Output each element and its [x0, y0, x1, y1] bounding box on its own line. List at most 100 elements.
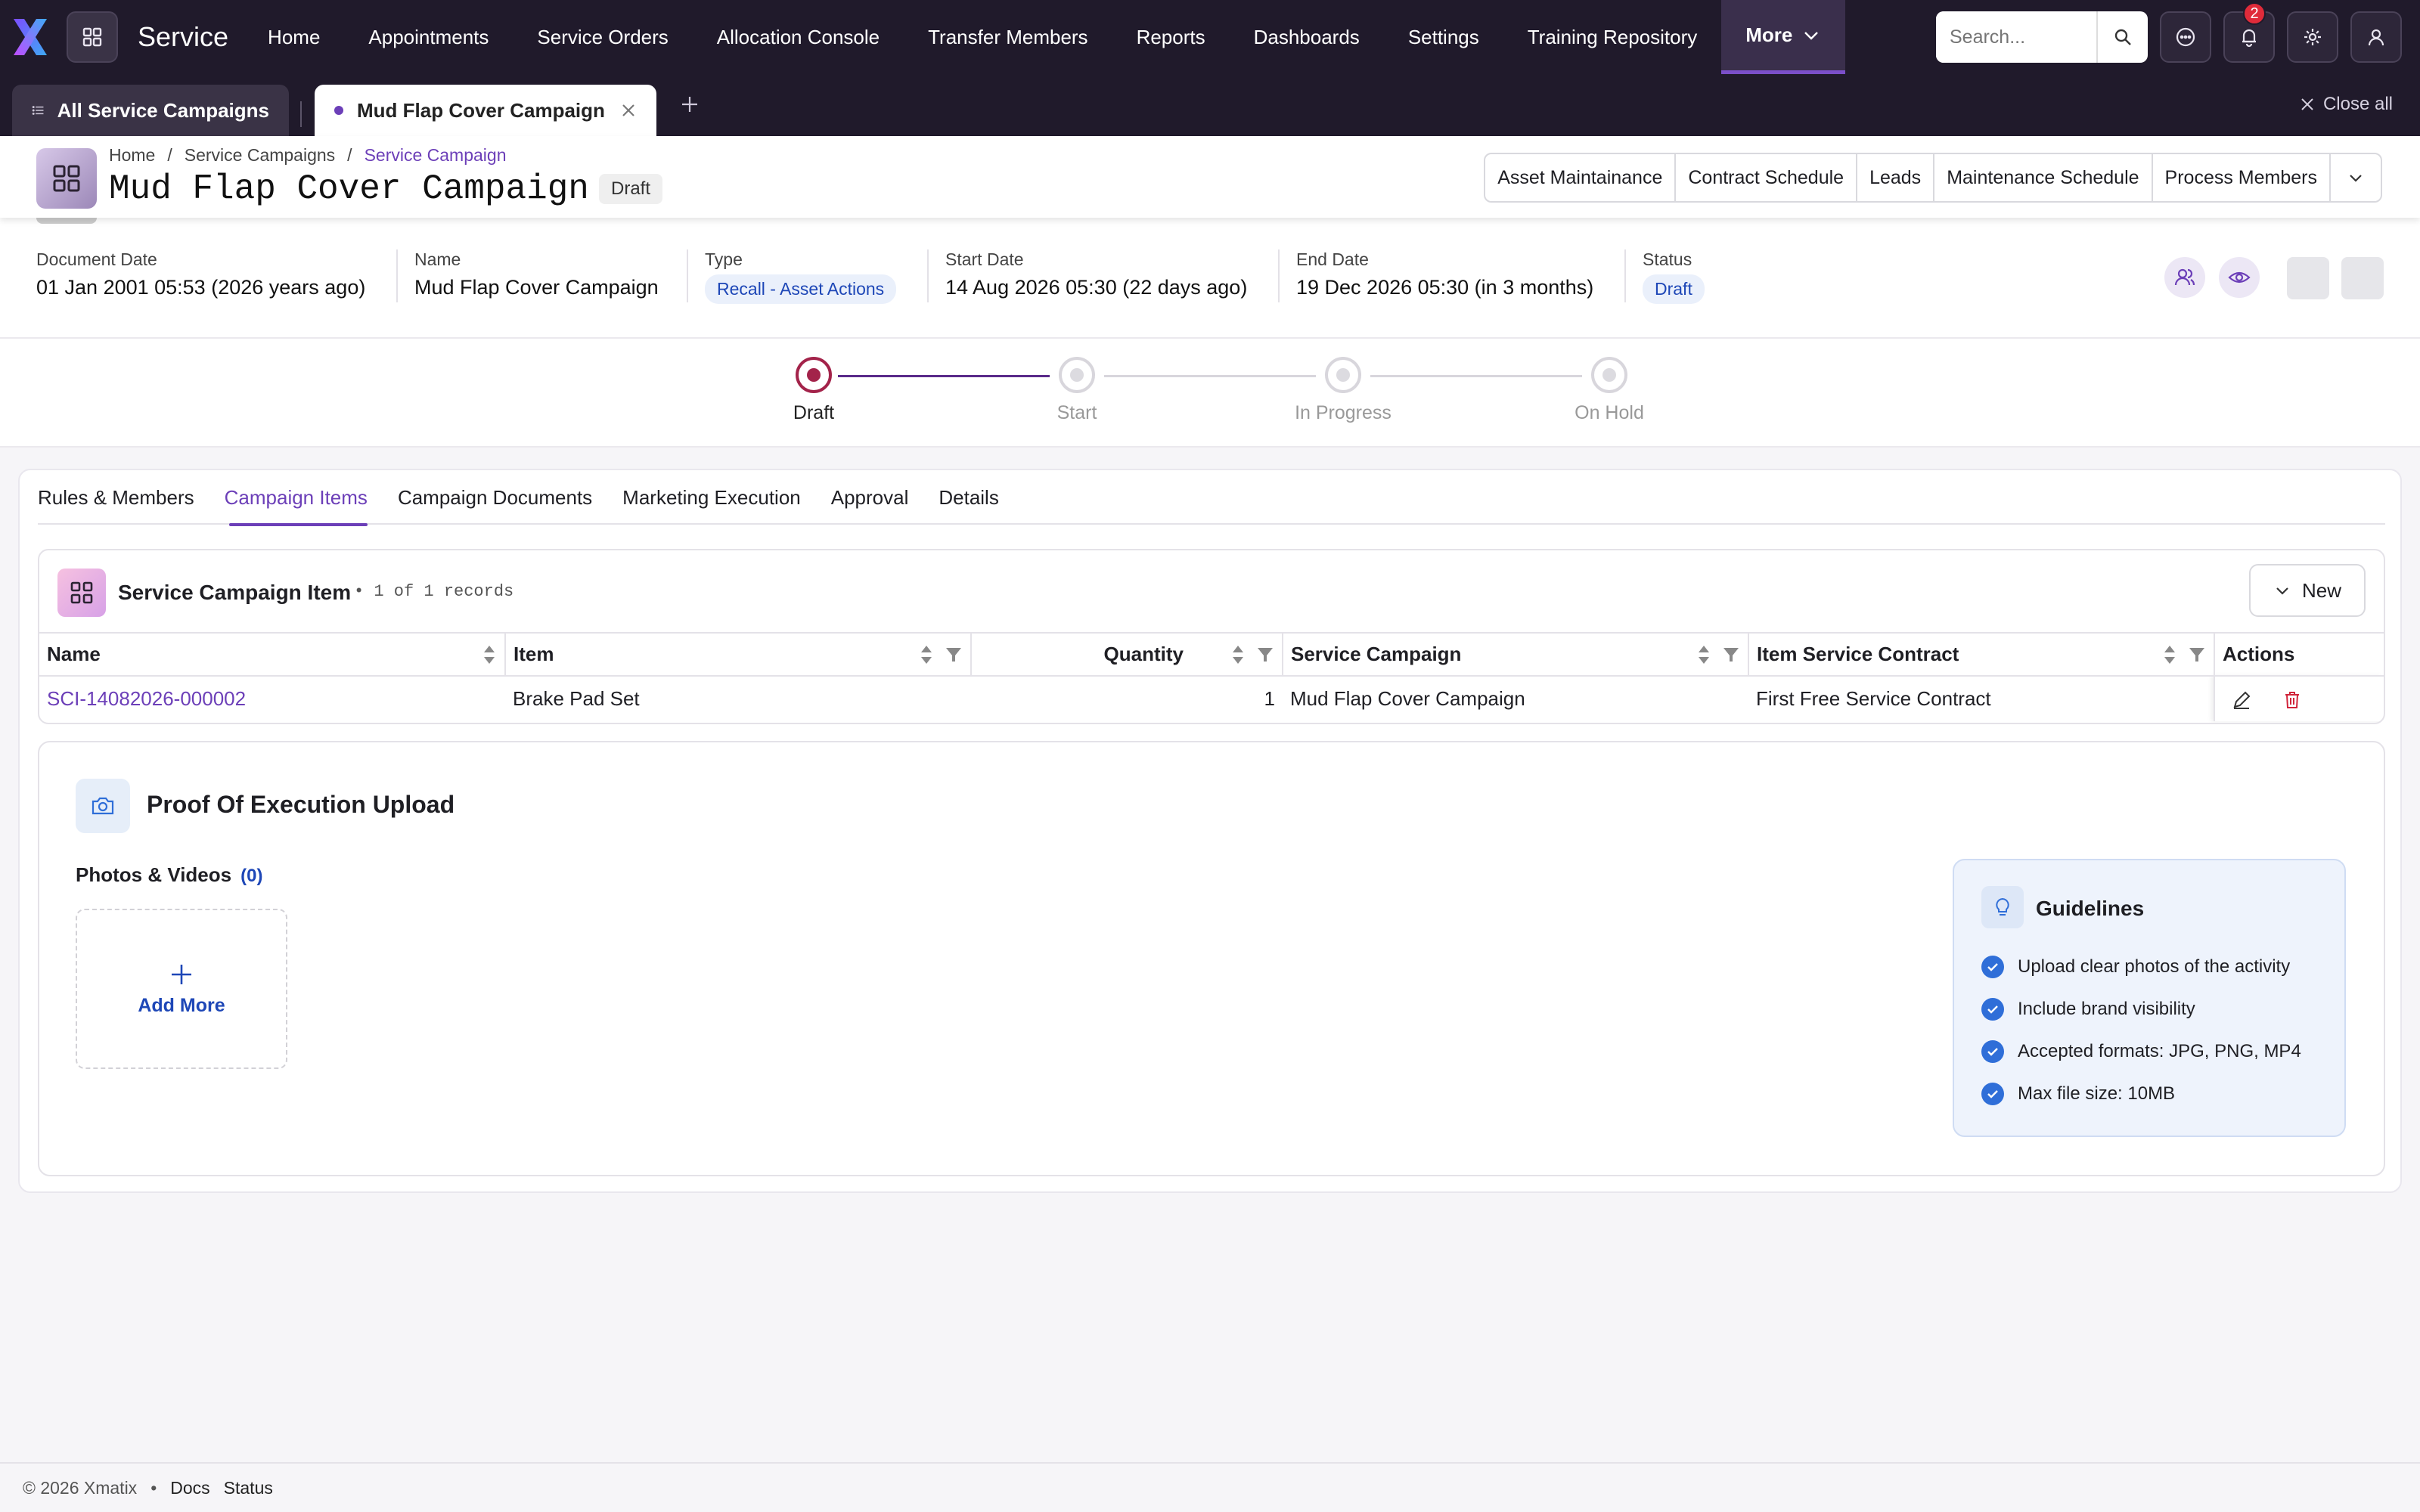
new-item-button[interactable]: New — [2249, 564, 2366, 617]
step-start[interactable]: Start — [994, 357, 1160, 424]
column-header-name[interactable]: Name — [39, 634, 506, 677]
breadcrumb-service-campaigns[interactable]: Service Campaigns — [185, 145, 335, 166]
tab-marketing-execution[interactable]: Marketing Execution — [607, 470, 816, 525]
sort-icon[interactable] — [1230, 644, 1246, 665]
nav-more-menu[interactable]: More — [1721, 0, 1846, 74]
breadcrumb-home[interactable]: Home — [109, 145, 155, 166]
status-badge: Draft — [599, 174, 663, 204]
guidelines-title: Guidelines — [2036, 897, 2145, 920]
footer-link-status[interactable]: Status — [224, 1478, 273, 1498]
nav-reports[interactable]: Reports — [1112, 0, 1230, 74]
search-button[interactable] — [2096, 11, 2148, 63]
photos-count: (0) — [240, 866, 263, 886]
nav-allocation-console[interactable]: Allocation Console — [693, 0, 904, 74]
column-header-item[interactable]: Item — [505, 634, 972, 677]
footer-link-docs[interactable]: Docs — [170, 1478, 209, 1498]
chat-button[interactable] — [2160, 11, 2211, 63]
edit-icon[interactable] — [2232, 690, 2251, 710]
xmatix-logo[interactable] — [9, 16, 51, 58]
tab-all-service-campaigns[interactable]: All Service Campaigns — [12, 85, 289, 136]
filter-icon[interactable] — [1722, 646, 1740, 664]
cell-name-link[interactable]: SCI-14082026-000002 — [39, 676, 505, 721]
nav-settings[interactable]: Settings — [1384, 0, 1503, 74]
maintenance-schedule-button[interactable]: Maintenance Schedule — [1934, 154, 2153, 201]
close-all-tabs-button[interactable]: Close all — [2299, 94, 2393, 115]
page-footer: © 2026 Xmatix • Docs Status — [0, 1462, 2420, 1512]
sort-icon[interactable] — [482, 644, 497, 665]
action-placeholder-button[interactable] — [2287, 257, 2329, 299]
app-launcher-button[interactable] — [67, 11, 118, 63]
tab-approval[interactable]: Approval — [816, 470, 924, 525]
sort-icon[interactable] — [2162, 644, 2177, 665]
guidelines-panel: Guidelines Upload clear photos of the ac… — [1953, 859, 2346, 1137]
guideline-item: Include brand visibility — [1981, 998, 2195, 1021]
cell-quantity: 1 — [1264, 687, 1275, 710]
nav-service-orders[interactable]: Service Orders — [513, 0, 692, 74]
more-actions-dropdown[interactable] — [2331, 154, 2381, 201]
step-label: On Hold — [1575, 402, 1644, 423]
new-button-label: New — [2301, 578, 2341, 602]
tab-rules-members[interactable]: Rules & Members — [38, 470, 209, 525]
contract-schedule-button[interactable]: Contract Schedule — [1676, 154, 1858, 201]
guidelines-icon — [1981, 886, 2024, 928]
page-tab-bar: All Service Campaigns Mud Flap Cover Cam… — [0, 74, 2420, 136]
step-indicator — [1591, 357, 1627, 393]
settings-button[interactable] — [2287, 11, 2338, 63]
user-icon — [2368, 29, 2384, 46]
guideline-item: Upload clear photos of the activity — [1981, 956, 2290, 978]
tab-campaign-documents[interactable]: Campaign Documents — [383, 470, 607, 525]
filter-icon[interactable] — [2188, 646, 2206, 664]
tab-mud-flap-cover-campaign[interactable]: Mud Flap Cover Campaign — [315, 85, 656, 136]
close-icon[interactable] — [620, 102, 637, 119]
asset-maintainance-button[interactable]: Asset Maintainance — [1485, 154, 1677, 201]
column-header-item-service-contract[interactable]: Item Service Contract — [1748, 634, 2215, 677]
nav-appointments[interactable]: Appointments — [344, 0, 513, 74]
footer-separator: • — [150, 1477, 157, 1498]
add-more-upload-button[interactable]: Add More — [76, 909, 287, 1069]
search-icon — [2114, 29, 2131, 45]
step-label: In Progress — [1295, 402, 1392, 423]
search-input[interactable] — [1936, 11, 2096, 63]
members-button[interactable] — [2164, 257, 2205, 298]
divider — [927, 249, 929, 302]
column-header-service-campaign[interactable]: Service Campaign — [1283, 634, 1749, 677]
cell-service-campaign: Mud Flap Cover Campaign — [1290, 687, 1525, 710]
sort-icon[interactable] — [919, 644, 934, 665]
tab-campaign-items[interactable]: Campaign Items — [209, 470, 383, 526]
top-navigation: Service Home Appointments Service Orders… — [0, 0, 2420, 74]
watch-button[interactable] — [2219, 257, 2260, 298]
divider — [396, 249, 398, 302]
nav-transfer-members[interactable]: Transfer Members — [904, 0, 1112, 74]
leads-button[interactable]: Leads — [1857, 154, 1935, 201]
column-header-quantity[interactable]: Quantity — [971, 634, 1283, 677]
table-row: SCI-14082026-000002 Brake Pad Set 1 Mud … — [39, 676, 2384, 721]
breadcrumb-current: Service Campaign — [364, 145, 507, 165]
grid-icon — [82, 27, 102, 47]
nav-home[interactable]: Home — [244, 0, 344, 74]
global-search — [1936, 11, 2148, 63]
notification-count-badge: 2 — [2243, 2, 2266, 25]
breadcrumb-separator: / — [167, 145, 172, 165]
nav-dashboards[interactable]: Dashboards — [1230, 0, 1384, 74]
check-icon — [1981, 1083, 2004, 1105]
content-tabs: Rules & Members Campaign Items Campaign … — [38, 470, 2385, 526]
new-tab-button[interactable] — [679, 94, 700, 120]
notifications-button[interactable]: 2 — [2223, 2, 2275, 63]
nav-training-repository[interactable]: Training Repository — [1503, 0, 1721, 74]
process-members-button[interactable]: Process Members — [2153, 154, 2331, 201]
user-profile-button[interactable] — [2350, 11, 2402, 63]
record-type-icon — [36, 148, 97, 209]
tab-all-label: All Service Campaigns — [57, 98, 269, 122]
step-draft[interactable]: Draft — [731, 357, 897, 424]
action-placeholder-button[interactable] — [2341, 257, 2384, 299]
tab-details[interactable]: Details — [923, 470, 1013, 525]
sort-icon[interactable] — [1696, 644, 1711, 665]
step-on-hold[interactable]: On Hold — [1526, 357, 1692, 424]
field-value: 14 Aug 2026 05:30 (22 days ago) — [945, 276, 1248, 299]
trash-icon[interactable] — [2282, 690, 2302, 710]
items-table: Name Item Quantity Service Campaign Item… — [39, 634, 2384, 721]
filter-icon[interactable] — [945, 646, 963, 664]
step-in-progress[interactable]: In Progress — [1260, 357, 1426, 424]
related-actions-group: Asset Maintainance Contract Schedule Lea… — [1484, 153, 2382, 203]
filter-icon[interactable] — [1256, 646, 1274, 664]
